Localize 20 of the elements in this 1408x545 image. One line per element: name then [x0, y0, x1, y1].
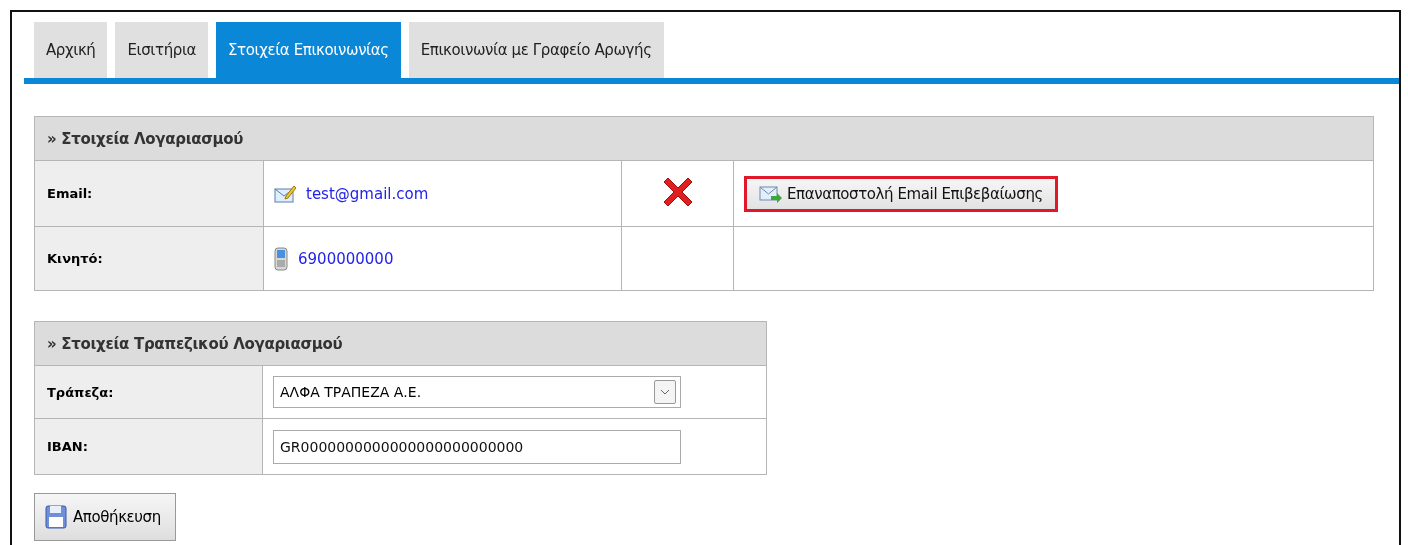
field-label: Email: [34, 160, 264, 227]
iban-field[interactable]: GR0000000000000000000000000 [273, 429, 681, 464]
bank-select[interactable]: ΑΛΦΑ ΤΡΑΠΕΖΑ Α.Ε. [273, 376, 681, 408]
mobile-phone-icon [274, 246, 288, 271]
section-header: » Στοιχεία Τραπεζικού Λογαριασμού [34, 321, 767, 366]
tab[interactable]: Εισιτήρια [115, 22, 209, 78]
email-link[interactable]: test@gmail.com [306, 184, 429, 203]
save-button[interactable]: Αποθήκευση [34, 493, 176, 541]
field-label: IBAN: [34, 418, 263, 475]
field-label: Τράπεζα: [34, 365, 263, 419]
caret-icon [660, 389, 670, 395]
envelope-pencil-icon [274, 183, 296, 204]
resend-email-button[interactable]: Επαναποστολή Email Επιβεβαίωσης [744, 175, 1058, 212]
tab[interactable]: Επικοινωνία με Γραφείο Αρωγής [408, 22, 664, 78]
envelope-arrow-icon [759, 183, 783, 204]
tab[interactable]: Αρχική [34, 22, 108, 78]
field-label: Κινητό: [34, 226, 264, 291]
tab[interactable]: Στοιχεία Επικοινωνίας [216, 22, 401, 78]
phone-link[interactable]: 6900000000 [298, 249, 394, 268]
section-header: » Στοιχεία Λογαριασμού [34, 116, 1374, 161]
